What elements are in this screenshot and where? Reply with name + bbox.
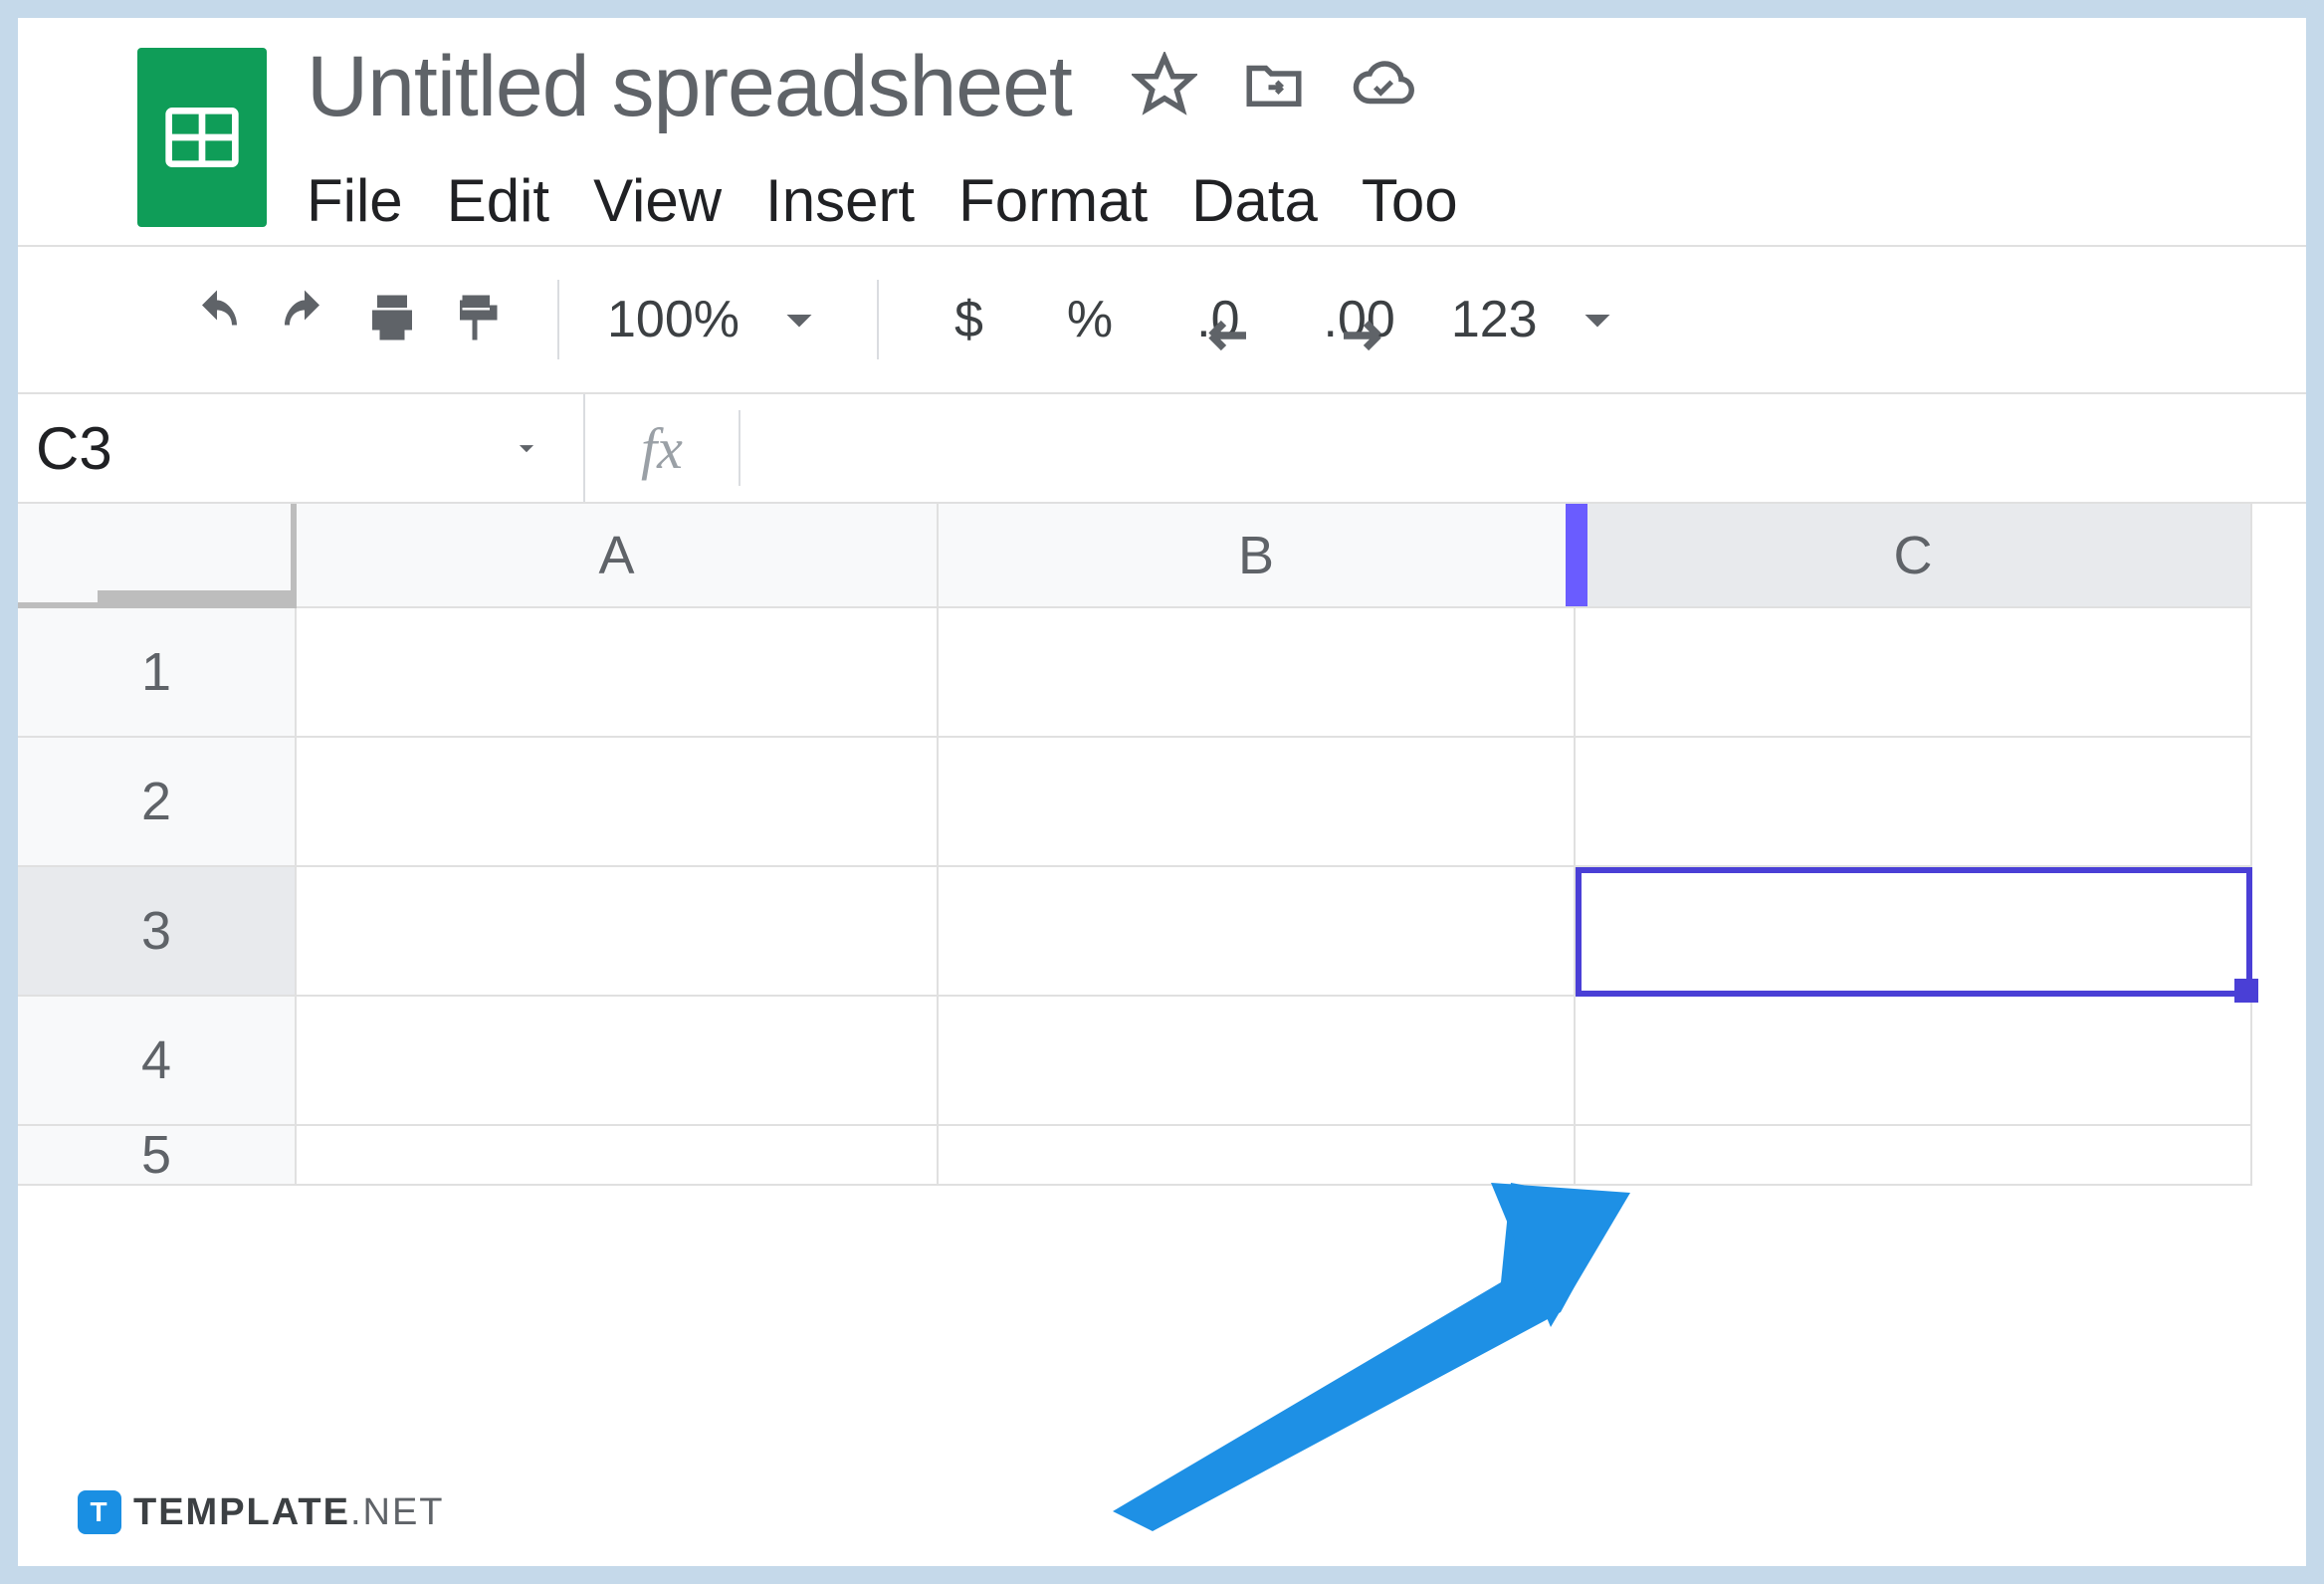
select-all-corner[interactable]	[18, 504, 297, 608]
zoom-dropdown[interactable]: 100%	[607, 290, 829, 349]
row-1: 1	[18, 608, 2306, 738]
chevron-down-icon	[510, 431, 543, 465]
cell-C4[interactable]	[1576, 997, 2252, 1126]
column-headers: A B C	[18, 504, 2306, 608]
row-header-4[interactable]: 4	[18, 997, 297, 1126]
app-window: Untitled spreadsheet File Edit View	[18, 18, 2306, 1566]
toolbar-separator	[557, 280, 559, 359]
number-format-dropdown[interactable]: 123	[1451, 290, 1627, 349]
row-header-5[interactable]: 5	[18, 1126, 297, 1186]
menu-edit[interactable]: Edit	[447, 166, 549, 235]
watermark-text: TEMPLATE.NET	[133, 1491, 445, 1534]
zoom-value: 100%	[607, 290, 739, 349]
cell-reference: C3	[36, 414, 112, 483]
document-title[interactable]: Untitled spreadsheet	[307, 38, 1072, 136]
cell-B5[interactable]	[939, 1126, 1576, 1186]
row-5: 5	[18, 1126, 2306, 1186]
undo-icon[interactable]	[187, 288, 247, 352]
formula-bar[interactable]	[740, 394, 2306, 502]
cell-B2[interactable]	[939, 738, 1576, 867]
column-header-C[interactable]: C	[1576, 504, 2252, 608]
cell-C2[interactable]	[1576, 738, 2252, 867]
sheets-logo-icon[interactable]	[137, 48, 267, 227]
title-icons	[1132, 52, 1416, 122]
title-area: Untitled spreadsheet File Edit View	[307, 38, 2306, 235]
column-header-B[interactable]: B	[939, 504, 1576, 608]
menu-tools[interactable]: Too	[1362, 166, 1458, 235]
star-icon[interactable]	[1132, 52, 1197, 122]
menu-view[interactable]: View	[593, 166, 722, 235]
fx-label: fx	[585, 410, 740, 486]
row-header-1[interactable]: 1	[18, 608, 297, 738]
row-header-3[interactable]: 3	[18, 867, 297, 997]
cell-B3[interactable]	[939, 867, 1576, 997]
decrease-decimal-button[interactable]: .0	[1196, 290, 1239, 349]
header: Untitled spreadsheet File Edit View	[18, 18, 2306, 245]
name-box[interactable]: C3	[18, 394, 585, 502]
row-header-2[interactable]: 2	[18, 738, 297, 867]
print-icon[interactable]	[362, 288, 422, 352]
paint-format-icon[interactable]	[450, 288, 510, 352]
title-row: Untitled spreadsheet	[307, 38, 2306, 136]
chevron-down-icon	[769, 290, 829, 349]
spreadsheet-grid: A B C 1 2 3 4	[18, 504, 2306, 1186]
toolbar-separator	[877, 280, 879, 359]
cell-A2[interactable]	[297, 738, 939, 867]
annotation-arrow-icon	[1073, 1153, 1670, 1566]
redo-icon[interactable]	[275, 288, 334, 352]
menu-file[interactable]: File	[307, 166, 403, 235]
cell-C5[interactable]	[1576, 1126, 2252, 1186]
row-3: 3	[18, 867, 2306, 997]
cell-B4[interactable]	[939, 997, 1576, 1126]
currency-button[interactable]: $	[954, 290, 983, 349]
increase-decimal-button[interactable]: .00	[1324, 290, 1395, 349]
column-header-A[interactable]: A	[297, 504, 939, 608]
active-column-indicator	[1566, 504, 1587, 606]
menu-format[interactable]: Format	[958, 166, 1148, 235]
toolbar: 100% $ % .0 .00 123	[18, 245, 2306, 394]
menu-data[interactable]: Data	[1191, 166, 1318, 235]
arrow-right-icon	[1334, 306, 1393, 365]
chevron-down-icon	[1568, 290, 1627, 349]
cell-A4[interactable]	[297, 997, 939, 1126]
cell-A5[interactable]	[297, 1126, 939, 1186]
cell-B1[interactable]	[939, 608, 1576, 738]
cell-C1[interactable]	[1576, 608, 2252, 738]
watermark: T TEMPLATE.NET	[78, 1490, 445, 1534]
namebox-row: C3 fx	[18, 394, 2306, 504]
row-2: 2	[18, 738, 2306, 867]
menu-insert[interactable]: Insert	[765, 166, 915, 235]
cell-A1[interactable]	[297, 608, 939, 738]
cloud-saved-icon[interactable]	[1351, 52, 1416, 122]
number-format-label: 123	[1451, 290, 1538, 349]
percent-button[interactable]: %	[1067, 290, 1113, 349]
cell-C3[interactable]	[1576, 867, 2252, 997]
arrow-left-icon	[1196, 306, 1256, 365]
menubar: File Edit View Insert Format Data Too	[307, 166, 2306, 235]
watermark-logo-icon: T	[78, 1490, 121, 1534]
move-folder-icon[interactable]	[1241, 52, 1307, 122]
cell-A3[interactable]	[297, 867, 939, 997]
row-4: 4	[18, 997, 2306, 1126]
